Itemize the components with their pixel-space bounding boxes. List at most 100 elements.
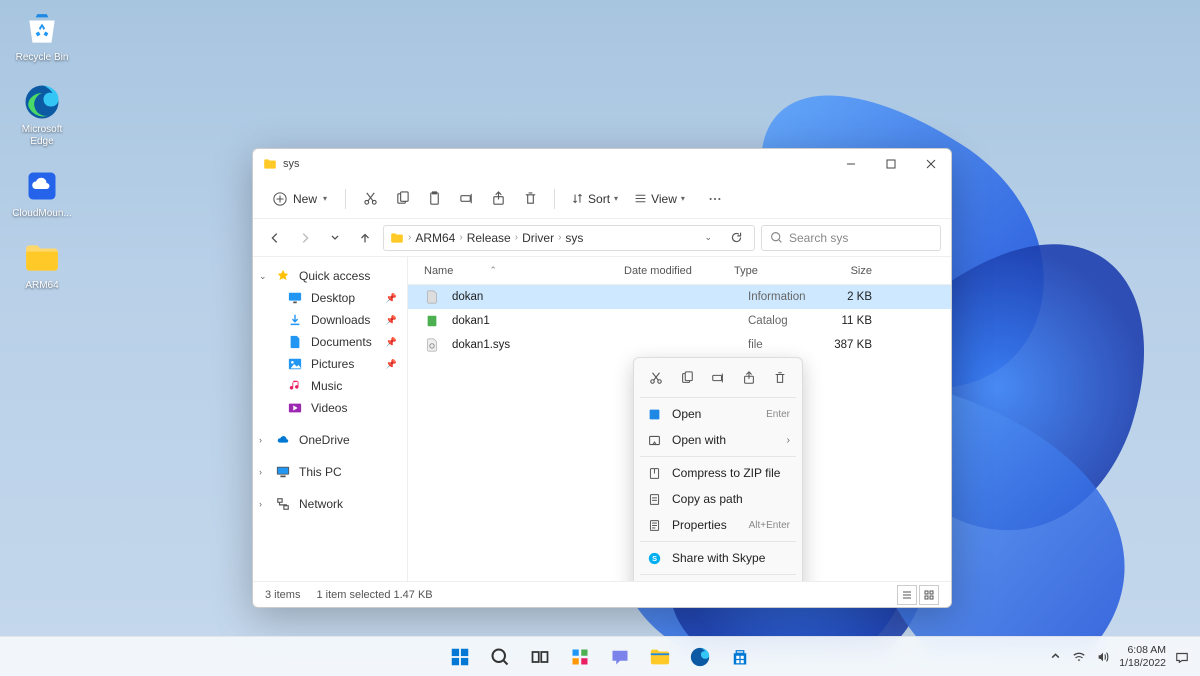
cloud-icon — [22, 166, 62, 206]
tray-clock[interactable]: 6:08 AM 1/18/2022 — [1119, 644, 1166, 668]
desktop-icon-cloudmount[interactable]: CloudMoun... — [10, 166, 74, 220]
breadcrumb[interactable]: › ARM64 › Release › Driver › sys ⌄ — [383, 225, 755, 251]
ctx-shortcut: Enter — [766, 409, 790, 420]
chat-button[interactable] — [602, 639, 638, 675]
ctx-delete-button[interactable] — [768, 366, 792, 390]
ctx-copy-button[interactable] — [675, 366, 699, 390]
network-icon — [275, 496, 291, 512]
sidebar-thispc[interactable]: ›This PC — [253, 461, 407, 483]
icons-view-button[interactable] — [919, 585, 939, 605]
search-placeholder: Search sys — [789, 231, 848, 245]
sidebar-label: Downloads — [311, 313, 370, 327]
ctx-rename-button[interactable] — [706, 366, 730, 390]
start-button[interactable] — [442, 639, 478, 675]
pin-icon: 📌 — [386, 359, 397, 370]
desktop-icon-arm64[interactable]: ARM64 — [10, 238, 74, 292]
ctx-more[interactable]: Show more optionsShift+F10 — [634, 578, 802, 581]
crumb-release[interactable]: Release — [467, 231, 511, 245]
ctx-copypath[interactable]: Copy as path — [634, 486, 802, 512]
chevron-right-icon: › — [259, 499, 262, 509]
view-label: View — [651, 192, 677, 206]
share-button[interactable] — [484, 185, 512, 213]
ctx-label: Open — [672, 407, 701, 421]
sidebar-onedrive[interactable]: ›OneDrive — [253, 429, 407, 451]
ctx-label: Copy as path — [672, 492, 743, 506]
desktop-icon-label: Microsoft Edge — [10, 124, 74, 148]
crumb-arm64[interactable]: ARM64 — [415, 231, 455, 245]
column-type[interactable]: Type — [728, 265, 818, 277]
store-button[interactable] — [722, 639, 758, 675]
recent-button[interactable] — [323, 226, 347, 250]
maximize-button[interactable] — [871, 149, 911, 179]
file-name: dokan1 — [452, 315, 490, 327]
up-button[interactable] — [353, 226, 377, 250]
ctx-properties[interactable]: PropertiesAlt+Enter — [634, 512, 802, 538]
sidebar-item-desktop[interactable]: Desktop📌 — [253, 287, 407, 309]
taskview-button[interactable] — [522, 639, 558, 675]
column-size[interactable]: Size — [818, 265, 878, 277]
volume-icon[interactable] — [1095, 649, 1111, 665]
more-button[interactable] — [701, 185, 729, 213]
videos-icon — [287, 400, 303, 416]
ctx-openwith[interactable]: Open with› — [634, 427, 802, 453]
notifications-icon[interactable] — [1174, 649, 1190, 665]
edge-button[interactable] — [682, 639, 718, 675]
back-button[interactable] — [263, 226, 287, 250]
cut-button[interactable] — [356, 185, 384, 213]
column-name[interactable]: Name⌃ — [418, 265, 618, 277]
delete-button[interactable] — [516, 185, 544, 213]
status-count: 3 items — [265, 589, 300, 601]
ctx-compress[interactable]: Compress to ZIP file — [634, 460, 802, 486]
statusbar: 3 items 1 item selected 1.47 KB — [253, 581, 951, 607]
paste-button[interactable] — [420, 185, 448, 213]
desktop-icon-edge[interactable]: Microsoft Edge — [10, 82, 74, 148]
sidebar-item-pictures[interactable]: Pictures📌 — [253, 353, 407, 375]
open-icon — [646, 406, 662, 422]
new-button[interactable]: New ▾ — [265, 188, 335, 210]
copy-button[interactable] — [388, 185, 416, 213]
close-button[interactable] — [911, 149, 951, 179]
explorer-button[interactable] — [642, 639, 678, 675]
crumb-sys[interactable]: sys — [565, 231, 583, 245]
sidebar-label: Network — [299, 497, 343, 511]
crumb-driver[interactable]: Driver — [522, 231, 554, 245]
sidebar-item-downloads[interactable]: Downloads📌 — [253, 309, 407, 331]
search-icon — [770, 231, 783, 244]
chevron-down-icon: ▾ — [323, 194, 327, 203]
file-row-dokan1[interactable]: dokan1 Catalog 11 KB — [408, 309, 951, 333]
forward-button[interactable] — [293, 226, 317, 250]
file-row-dokan[interactable]: dokan Information 2 KB — [408, 285, 951, 309]
file-row-dokan1sys[interactable]: dokan1.sys file 387 KB — [408, 333, 951, 357]
catalog-icon — [424, 313, 440, 329]
sort-button[interactable]: Sort ▾ — [565, 188, 624, 210]
view-button[interactable]: View ▾ — [628, 188, 691, 210]
rename-button[interactable] — [452, 185, 480, 213]
ctx-skype[interactable]: SShare with Skype — [634, 545, 802, 571]
sidebar-item-documents[interactable]: Documents📌 — [253, 331, 407, 353]
sort-icon — [571, 192, 584, 205]
sidebar-item-videos[interactable]: Videos — [253, 397, 407, 419]
ctx-open[interactable]: Open Enter — [634, 401, 802, 427]
refresh-button[interactable] — [724, 226, 748, 250]
copypath-icon — [646, 491, 662, 507]
sidebar-quick-access[interactable]: ⌄ Quick access — [253, 265, 407, 287]
widgets-button[interactable] — [562, 639, 598, 675]
chevron-down-icon: ⌄ — [259, 271, 267, 282]
search-button[interactable] — [482, 639, 518, 675]
ctx-share-button[interactable] — [737, 366, 761, 390]
tray-chevron-icon[interactable] — [1047, 649, 1063, 665]
minimize-button[interactable] — [831, 149, 871, 179]
details-view-button[interactable] — [897, 585, 917, 605]
file-name: dokan — [452, 291, 483, 303]
dropdown-icon[interactable]: ⌄ — [704, 232, 712, 243]
sidebar: ⌄ Quick access Desktop📌 Downloads📌 Docum… — [253, 257, 408, 581]
search-input[interactable]: Search sys — [761, 225, 941, 251]
navbar: › ARM64 › Release › Driver › sys ⌄ Searc… — [253, 219, 951, 257]
column-date[interactable]: Date modified — [618, 265, 728, 277]
desktop-icon-recycle-bin[interactable]: Recycle Bin — [10, 10, 74, 64]
recycle-bin-icon — [22, 10, 62, 50]
wifi-icon[interactable] — [1071, 649, 1087, 665]
ctx-cut-button[interactable] — [644, 366, 668, 390]
sidebar-network[interactable]: › Network — [253, 493, 407, 515]
sidebar-item-music[interactable]: Music — [253, 375, 407, 397]
